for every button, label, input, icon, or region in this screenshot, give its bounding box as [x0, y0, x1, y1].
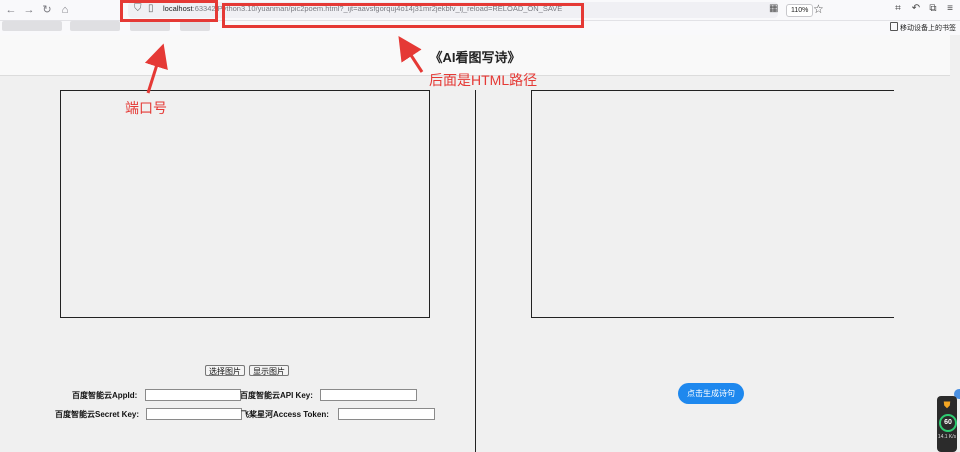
panel-divider	[475, 90, 476, 452]
qr-code-icon[interactable]: ▦	[769, 3, 781, 15]
blurred-bookmark[interactable]	[130, 21, 170, 31]
crop-icon[interactable]: ⌗	[892, 3, 904, 15]
generate-poem-button[interactable]: 点击生成诗句	[678, 383, 744, 404]
shield-icon: ⛊	[943, 400, 951, 410]
blurred-bookmark[interactable]	[180, 21, 210, 31]
access-token-label: 飞桨星河Access Token:	[241, 410, 329, 419]
page-title: 《AI看图写诗》	[429, 50, 521, 65]
score-ring: 60	[939, 414, 957, 432]
network-speed-widget[interactable]: ⛊ 60 14.1 K/s	[937, 396, 957, 452]
port-annotation: 端口号	[125, 100, 167, 116]
bookmark-star-icon[interactable]: ☆	[813, 2, 824, 16]
zoom-level[interactable]: 110%	[786, 4, 814, 17]
access-token-input[interactable]	[338, 408, 435, 420]
speed-readout: 14.1 K/s	[937, 434, 957, 440]
blurred-bookmark[interactable]	[2, 21, 62, 31]
undo-icon[interactable]: ↶	[910, 3, 922, 15]
secretkey-input[interactable]	[146, 408, 242, 420]
home-icon[interactable]: ⌂	[58, 3, 72, 17]
back-icon[interactable]: ←	[4, 3, 18, 17]
menu-icon[interactable]: ≡	[944, 3, 956, 15]
folder-icon	[890, 22, 898, 31]
blurred-bookmark[interactable]	[70, 21, 120, 31]
show-image-button[interactable]: 显示图片	[249, 365, 289, 376]
reload-icon[interactable]: ↻	[40, 3, 54, 17]
secretkey-label: 百度智能云Secret Key:	[55, 410, 140, 419]
forward-icon[interactable]: →	[22, 3, 36, 17]
select-image-button[interactable]: 选择图片	[205, 365, 245, 376]
poem-output-box	[531, 90, 894, 318]
apikey-input[interactable]	[320, 389, 417, 401]
path-annotation: 后面是HTML路径	[429, 72, 538, 88]
path-highlight-box	[222, 3, 584, 28]
mobile-bookmarks[interactable]: 移动设备上的书签	[890, 22, 956, 33]
appid-input[interactable]	[145, 389, 241, 401]
appid-label: 百度智能云AppId:	[72, 391, 138, 400]
port-highlight-box	[120, 0, 218, 22]
image-preview-box	[60, 90, 430, 318]
mobile-bookmarks-label: 移动设备上的书签	[900, 25, 956, 32]
extensions-icon[interactable]: ⧉	[927, 3, 939, 15]
apikey-label: 百度智能云API Key:	[240, 391, 313, 400]
